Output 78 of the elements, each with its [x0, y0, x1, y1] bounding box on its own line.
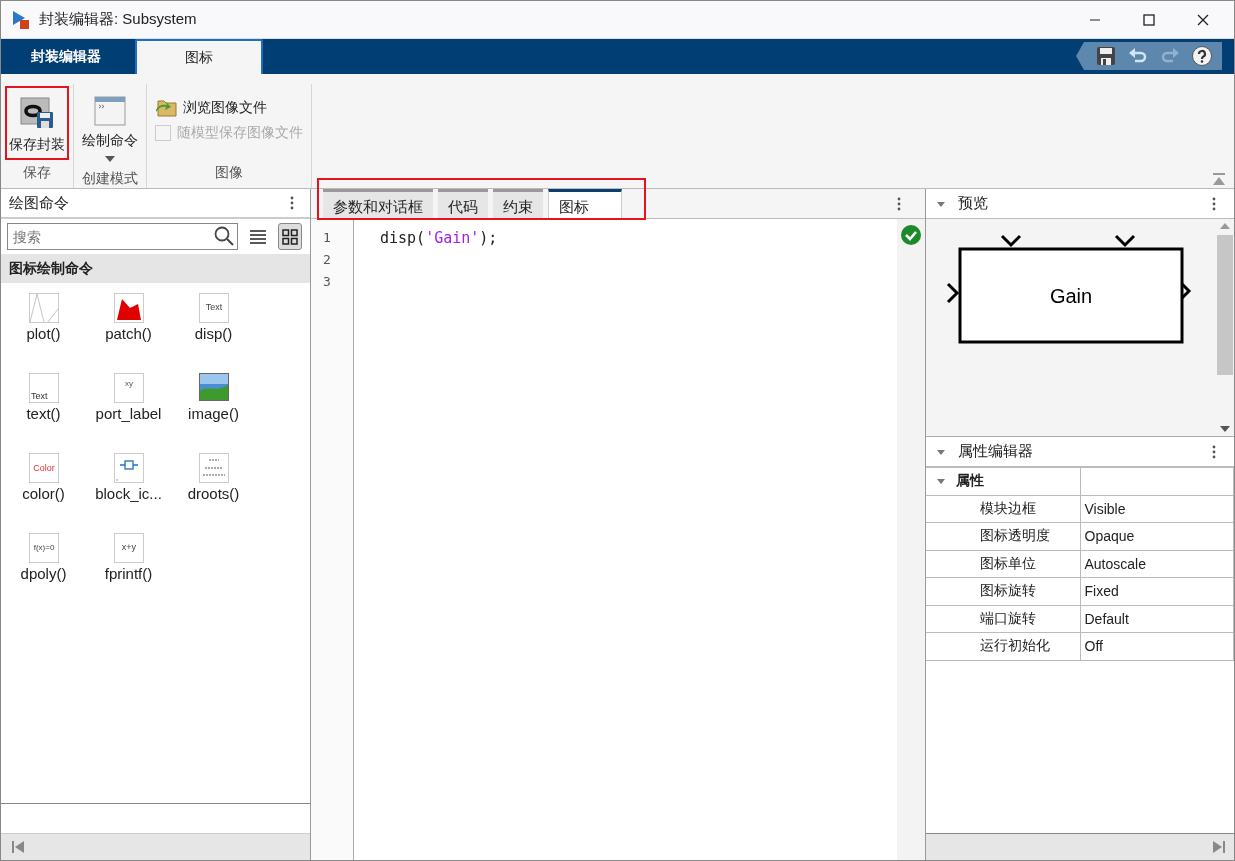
window-icon	[94, 96, 126, 126]
command-label[interactable]: droots()	[187, 485, 240, 502]
thumbnail-text: Text	[30, 391, 47, 401]
section-header: 图标绘制命令	[1, 254, 310, 283]
ribbon-tab[interactable]: 图标	[135, 39, 263, 74]
collapse-icon[interactable]	[1212, 173, 1226, 185]
last-page-icon[interactable]	[1212, 840, 1226, 854]
save-mask-button[interactable]: 保存封装	[5, 86, 69, 160]
property-value[interactable]: Default	[1084, 610, 1129, 627]
code-line[interactable]: disp('Gain');	[380, 227, 897, 249]
line-number: 1	[322, 229, 332, 247]
command-thumbnail	[198, 373, 229, 403]
editor-tab[interactable]: 约束	[493, 189, 543, 218]
line-number: 2	[322, 251, 332, 269]
property-name: 图标旋转	[980, 582, 1036, 599]
ribbon-tab[interactable]: 封装编辑器	[1, 39, 131, 74]
close-icon[interactable]	[1197, 13, 1209, 26]
help-button[interactable]	[1192, 46, 1212, 66]
command-label[interactable]: patch()	[105, 325, 152, 342]
editor-tab[interactable]: 图标	[548, 189, 622, 218]
property-value[interactable]: Off	[1084, 638, 1103, 655]
window-title: 封装编辑器: Subsystem	[39, 10, 198, 29]
group-label: 属性	[956, 472, 984, 491]
more-options-icon[interactable]	[897, 197, 901, 211]
block-label: Gain	[1049, 285, 1093, 307]
command-thumbnail	[113, 293, 144, 323]
property-name: 端口旋转	[980, 609, 1036, 626]
command-label[interactable]: disp()	[194, 325, 233, 342]
editor-tab[interactable]: 参数和对话框	[323, 189, 433, 218]
command-label[interactable]: fprintf()	[104, 565, 153, 582]
grid-view-icon[interactable]	[282, 228, 298, 245]
thumbnail-text: Color	[32, 463, 55, 473]
command-label[interactable]: image()	[188, 405, 239, 422]
app-icon	[11, 9, 31, 30]
panel-title: 预览	[958, 194, 989, 213]
save-mask-icon	[20, 96, 54, 130]
property-value[interactable]: Fixed	[1084, 583, 1119, 600]
property-name: 运行初始化	[980, 637, 1050, 654]
group-label: 图像	[215, 163, 243, 182]
command-label[interactable]: dpoly()	[20, 565, 67, 582]
panel-title: 属性编辑器	[958, 442, 1034, 461]
property-name: 图标透明度	[980, 527, 1050, 544]
search-icon[interactable]	[214, 226, 234, 246]
panel-title: 绘图命令	[9, 193, 69, 213]
group-label: 保存	[23, 163, 51, 182]
command-thumbnail	[198, 453, 229, 483]
more-options-icon[interactable]	[1212, 444, 1216, 459]
scroll-down-icon[interactable]	[1220, 426, 1230, 432]
more-options-icon[interactable]	[290, 196, 294, 210]
maximize-icon[interactable]	[1143, 13, 1155, 26]
save-button[interactable]	[1096, 46, 1116, 66]
property-value[interactable]: Visible	[1084, 500, 1126, 517]
draw-commands-button[interactable]: 绘制命令	[78, 86, 142, 168]
thumbnail-text: x+y	[121, 542, 136, 552]
editor-tab[interactable]: 代码	[438, 189, 488, 218]
thumbnail-text: Text	[205, 302, 222, 312]
thumbnail-text: xy	[124, 379, 133, 388]
browse-image-button[interactable]: 浏览图像文件	[151, 86, 271, 118]
first-page-icon[interactable]	[11, 840, 25, 854]
line-number: 3	[322, 273, 332, 291]
command-label[interactable]: color()	[22, 485, 65, 502]
command-thumbnail	[28, 293, 59, 323]
command-label[interactable]: port_label	[95, 405, 162, 422]
more-options-icon[interactable]	[1212, 196, 1216, 211]
thumbnail-text: f(x)=0	[33, 543, 54, 552]
grid-view-button[interactable]	[278, 223, 302, 250]
search-field[interactable]: 搜索	[7, 223, 238, 250]
command-thumbnail	[113, 453, 144, 483]
checkbox-label: 随模型保存图像文件	[177, 124, 303, 142]
property-name: 模块边框	[980, 499, 1036, 516]
command-label[interactable]: plot()	[26, 325, 61, 342]
group-label: 创建模式	[82, 169, 138, 188]
scroll-up-icon[interactable]	[1220, 223, 1230, 229]
property-name: 图标单位	[980, 554, 1036, 571]
folder-icon	[155, 98, 177, 118]
list-view-icon[interactable]	[250, 229, 266, 244]
command-label[interactable]: text()	[26, 405, 61, 422]
command-label[interactable]: block_ic...	[95, 485, 162, 502]
